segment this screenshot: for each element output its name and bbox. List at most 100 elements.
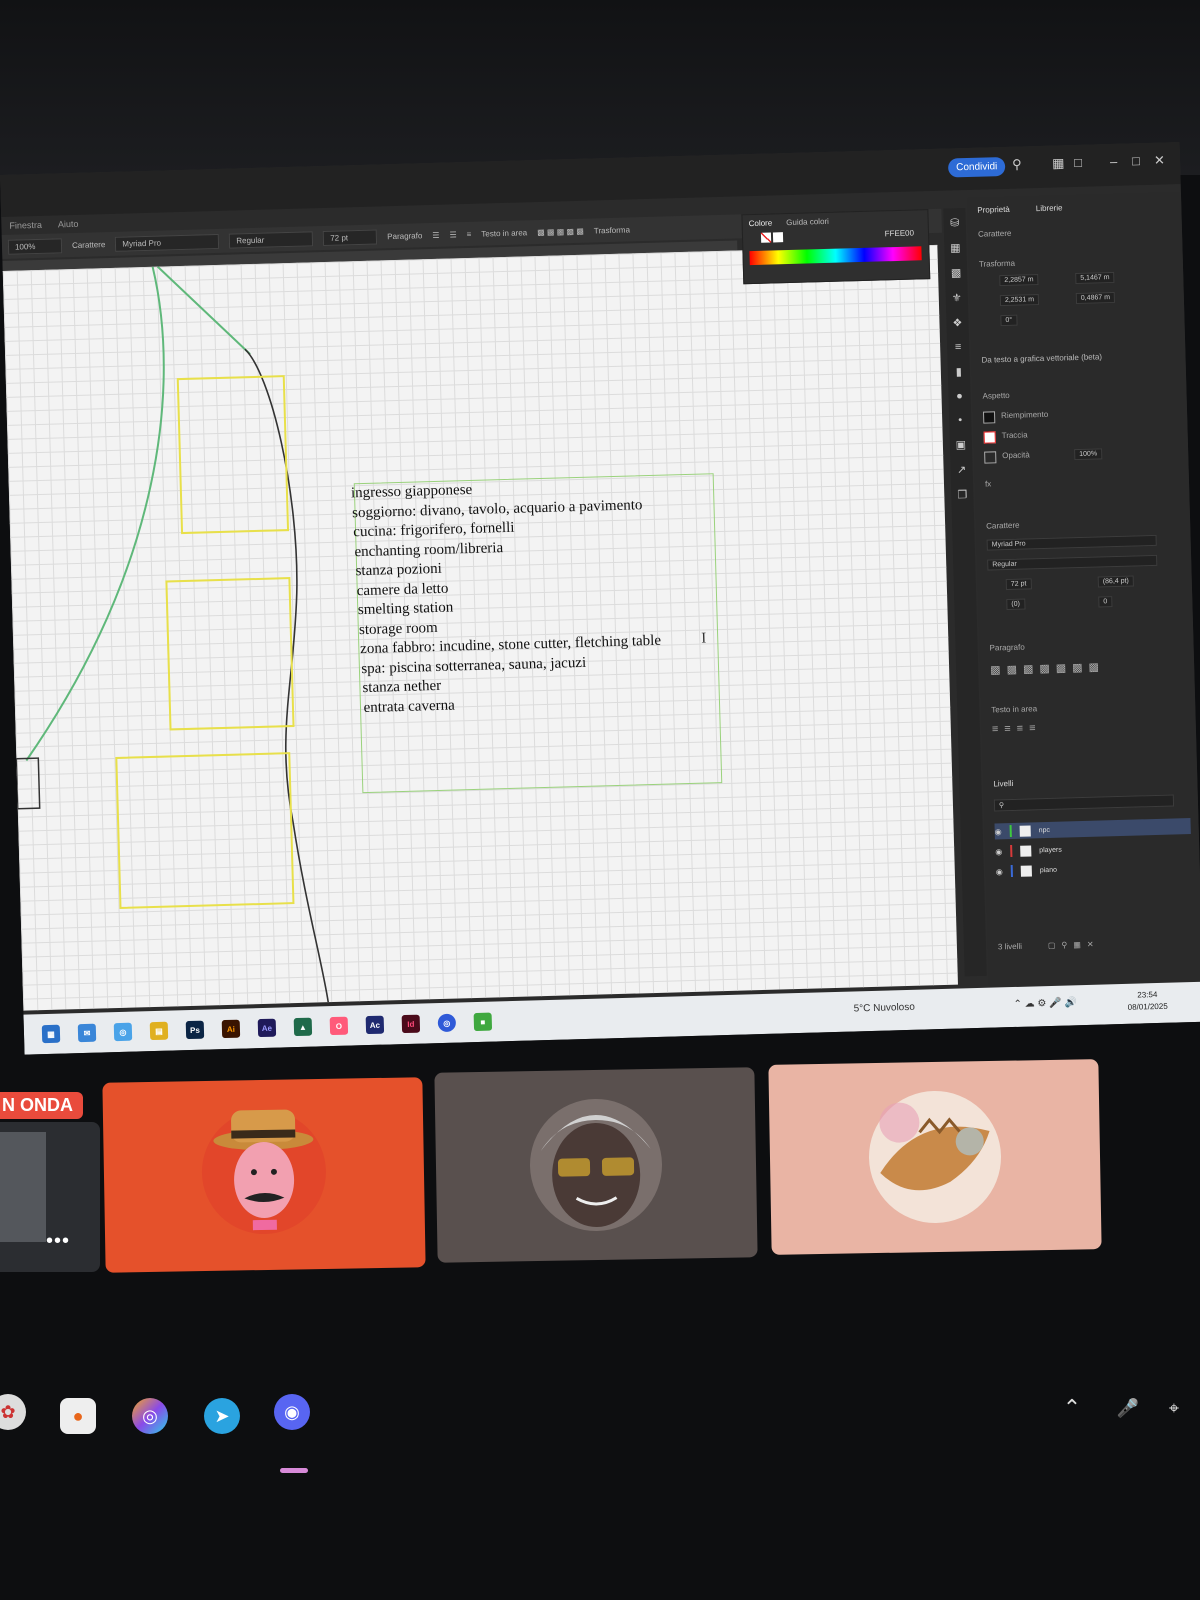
crop-tool-icon[interactable]: ▣ xyxy=(956,438,967,451)
opacity-field[interactable]: 100% xyxy=(1074,448,1103,461)
opacity-icon[interactable] xyxy=(984,451,997,464)
weather-widget[interactable]: 5°C Nuvoloso xyxy=(853,1002,915,1015)
maximize-icon[interactable]: □ xyxy=(1132,153,1140,168)
acrobat-icon[interactable]: Ac xyxy=(365,1015,385,1035)
blend-tool-icon[interactable]: ● xyxy=(956,390,963,402)
microphone-icon[interactable]: 🎤 xyxy=(1110,1390,1146,1426)
green-line[interactable] xyxy=(156,264,251,356)
participant-tile-2[interactable] xyxy=(434,1067,758,1263)
fill-swatch[interactable] xyxy=(982,411,996,424)
participant-tile-3[interactable] xyxy=(768,1059,1102,1255)
paragraph-label[interactable]: Paragrafo xyxy=(387,231,422,241)
height-field[interactable]: 0,4867 m xyxy=(1075,291,1116,305)
fill-label[interactable]: Riempimento xyxy=(1001,410,1048,420)
yellow-room-box-1[interactable] xyxy=(176,375,290,535)
style-select[interactable]: Regular xyxy=(229,230,314,249)
tray-icons[interactable]: ⌃ ☁ ⚙ 🎤 🔊 xyxy=(1013,997,1077,1010)
eye-icon[interactable]: ◉ xyxy=(995,847,1002,856)
minimize-icon[interactable]: – xyxy=(1110,154,1118,169)
select-tool-icon[interactable]: ▩ xyxy=(951,266,962,279)
participant-tile-left[interactable]: ••• xyxy=(0,1122,100,1272)
yellow-room-box-2[interactable] xyxy=(165,577,295,731)
bars-tool-icon[interactable]: ≡ xyxy=(955,341,962,353)
layer-row[interactable]: ◉ piano xyxy=(996,858,1192,879)
font-select[interactable]: Myriad Pro xyxy=(115,233,220,252)
after-effects-icon[interactable]: Ae xyxy=(257,1018,277,1038)
hex-value[interactable]: FFEE00 xyxy=(885,229,915,239)
chevron-up-icon[interactable]: ⌃ xyxy=(1054,1390,1090,1426)
white-swatch[interactable] xyxy=(772,232,784,243)
column-tool-icon[interactable]: ▮ xyxy=(956,365,962,378)
yellow-room-box-3[interactable] xyxy=(115,752,295,909)
symbol-tool-icon[interactable]: ❖ xyxy=(952,316,962,329)
export-tool-icon[interactable]: ↗ xyxy=(957,463,967,476)
edge-icon[interactable]: ◎ xyxy=(113,1022,133,1042)
opacity-label[interactable]: Opacità xyxy=(1002,450,1030,460)
wifi-icon[interactable]: ⌖ xyxy=(1156,1390,1192,1426)
zoom-field[interactable]: 100% xyxy=(7,237,63,255)
stroke-label[interactable]: Traccia xyxy=(1002,430,1028,440)
tab-properties[interactable]: Proprietà xyxy=(977,205,1010,215)
align-objects-icon[interactable]: ▩ ▩ ▩ ▩ ▩ xyxy=(537,226,584,236)
align-center-icon[interactable]: ☰ xyxy=(449,230,456,239)
font-family-field[interactable]: Myriad Pro xyxy=(986,534,1157,551)
illustrator-icon[interactable]: Ai xyxy=(221,1019,241,1039)
paragraph-align-icons[interactable]: ▩▩▩▩▩▩▩ xyxy=(990,660,1105,676)
telegram-icon[interactable]: ➤ xyxy=(204,1398,240,1434)
firefox-icon[interactable]: ● xyxy=(60,1398,96,1434)
none-swatch[interactable] xyxy=(760,232,772,243)
tab-color[interactable]: Colore xyxy=(749,218,773,228)
layers-search-icon[interactable]: ⚲ xyxy=(993,794,1175,812)
align-left-icon[interactable]: ☰ xyxy=(432,230,439,239)
fox-app-icon[interactable]: ✿ xyxy=(0,1394,26,1430)
participant-tile-1[interactable] xyxy=(102,1077,426,1273)
font-size-field[interactable]: 72 pt xyxy=(1005,578,1032,591)
dot-tool-icon[interactable]: • xyxy=(958,414,962,426)
workspace-icon[interactable]: ▦ xyxy=(1052,155,1065,171)
colorful-app-icon[interactable]: ◎ xyxy=(132,1398,168,1434)
photoshop-icon[interactable]: Ps xyxy=(185,1020,205,1040)
opera-icon[interactable]: O xyxy=(329,1016,349,1036)
fx-button[interactable]: fx xyxy=(985,479,991,488)
leading-field[interactable]: (86,4 pt) xyxy=(1097,575,1135,588)
layer-row[interactable]: ◉ npc xyxy=(994,818,1191,840)
start-icon[interactable]: ▦ xyxy=(41,1024,61,1044)
chrome-icon[interactable]: ◎ xyxy=(437,1013,457,1033)
angle-field[interactable]: 0° xyxy=(1000,314,1018,327)
stroke-swatch[interactable] xyxy=(983,431,996,444)
list-icon[interactable]: ≡ xyxy=(467,229,472,238)
x-field[interactable]: 2,2857 m xyxy=(999,274,1039,287)
green-curve[interactable] xyxy=(13,266,175,762)
eye-icon[interactable]: ◉ xyxy=(995,827,1002,836)
puppet-tool-icon[interactable]: ⚜ xyxy=(952,291,962,304)
tracking-field[interactable]: 0 xyxy=(1098,596,1113,608)
kerning-field[interactable]: (0) xyxy=(1006,598,1026,611)
char-label[interactable]: Carattere xyxy=(72,240,106,250)
mail-icon[interactable]: ✉ xyxy=(77,1023,97,1043)
size-field[interactable]: 72 pt xyxy=(323,228,378,246)
creative-cloud-icon[interactable]: ▲ xyxy=(293,1017,313,1037)
arrange-icon[interactable]: □ xyxy=(1074,155,1082,170)
artboard-tool-icon[interactable]: ⛁ xyxy=(950,216,960,229)
minecraft-icon[interactable]: ■ xyxy=(473,1012,493,1032)
gray-box[interactable] xyxy=(15,757,41,810)
clock[interactable]: 23:54 08/01/2025 xyxy=(1127,989,1168,1014)
layers-tool-icon[interactable]: ❐ xyxy=(957,488,967,501)
vector-option[interactable]: Da testo a grafica vettoriale (beta) xyxy=(981,352,1102,364)
menu-finestra[interactable]: Finestra xyxy=(9,220,42,231)
y-field[interactable]: 2,2531 m xyxy=(999,294,1040,307)
share-button[interactable]: Condividi xyxy=(947,156,1006,178)
layer-row[interactable]: ◉ players xyxy=(995,838,1191,859)
room-list-text-box[interactable]: ingresso giapponese soggiorno: divano, ta… xyxy=(351,473,723,794)
tab-libraries[interactable]: Librerie xyxy=(1036,203,1063,213)
transform-label[interactable]: Trasforma xyxy=(594,225,630,235)
more-options-button[interactable]: ••• xyxy=(46,1230,70,1253)
color-spectrum[interactable] xyxy=(749,246,922,266)
artboard-canvas[interactable]: ingresso giapponese soggiorno: divano, ta… xyxy=(2,244,958,1011)
eye-icon[interactable]: ◉ xyxy=(996,867,1003,876)
search-icon[interactable]: ⚲ xyxy=(1012,156,1022,172)
close-icon[interactable]: ✕ xyxy=(1154,152,1165,168)
font-style-field[interactable]: Regular xyxy=(987,554,1158,571)
folder-icon[interactable]: ▤ xyxy=(149,1021,169,1041)
text-area-label[interactable]: Testo in area xyxy=(481,228,527,238)
